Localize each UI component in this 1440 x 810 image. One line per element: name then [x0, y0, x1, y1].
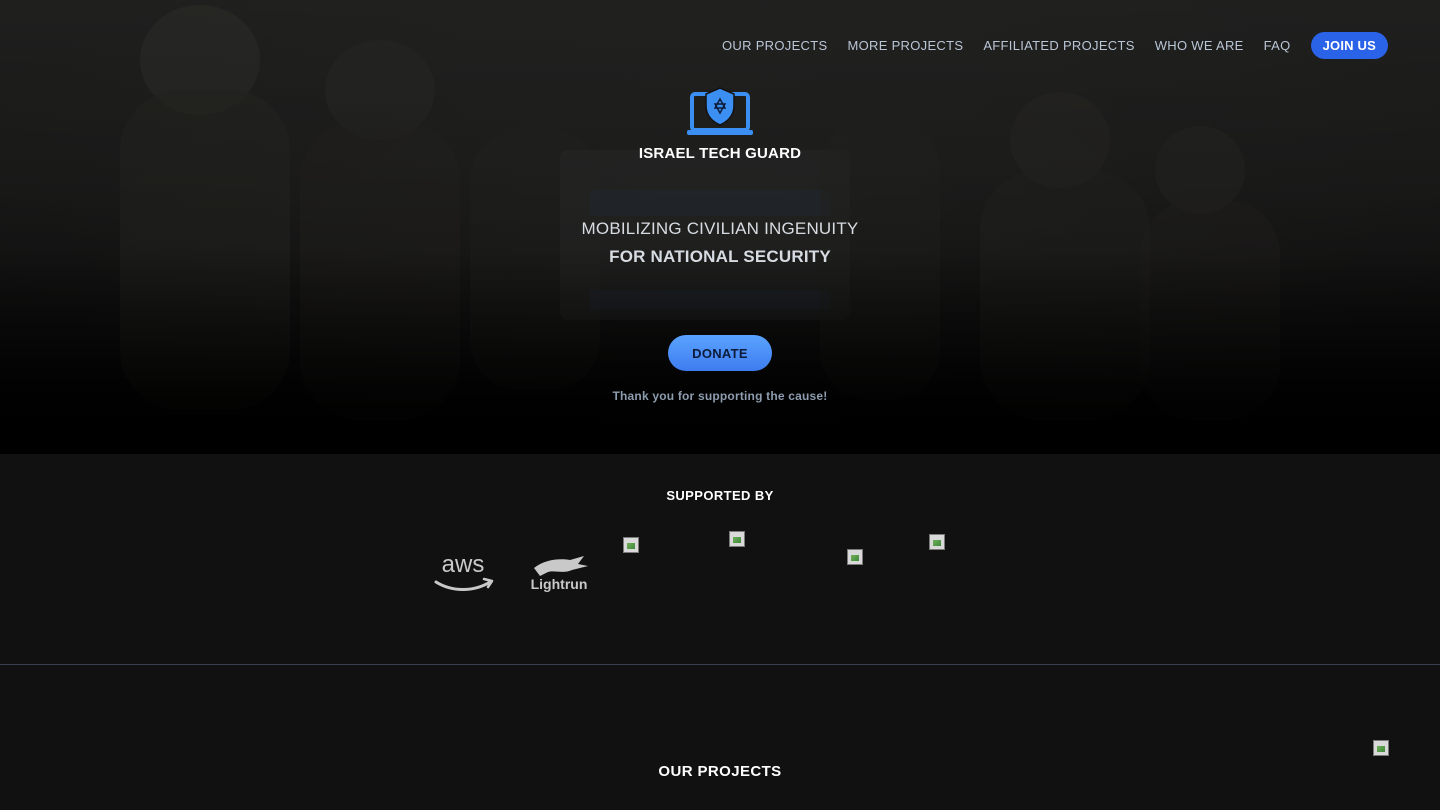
donate-button[interactable]: DONATE	[668, 335, 772, 371]
our-projects-title: OUR PROJECTS	[658, 763, 782, 780]
brand-name[interactable]: ISRAEL TECH GUARD	[520, 145, 920, 162]
nav-who-we-are[interactable]: WHO WE ARE	[1155, 38, 1244, 53]
broken-image-icon[interactable]	[729, 531, 745, 547]
sponsor-lightrun-label: Lightrun	[531, 576, 588, 592]
broken-image-icon[interactable]	[847, 549, 863, 565]
nav-more-projects[interactable]: MORE PROJECTS	[847, 38, 963, 53]
laptop-shield-logo-icon[interactable]	[686, 86, 754, 138]
sponsor-aws-logo[interactable]: aws	[430, 550, 496, 594]
supported-by-title: SUPPORTED BY	[666, 488, 774, 503]
nav-our-projects[interactable]: OUR PROJECTS	[722, 38, 827, 53]
supported-by-section: SUPPORTED BY aws Lightrun	[0, 454, 1440, 664]
broken-image-icon[interactable]	[1373, 740, 1389, 756]
join-us-button[interactable]: JOIN US	[1310, 32, 1388, 59]
hero-tagline-line1: MOBILIZING CIVILIAN INGENUITY	[581, 219, 859, 238]
our-projects-section: OUR PROJECTS	[0, 665, 1440, 810]
thanks-message: Thank you for supporting the cause!	[612, 389, 828, 403]
nav-affiliated-projects[interactable]: AFFILIATED PROJECTS	[983, 38, 1134, 53]
sponsor-lightrun-logo[interactable]: Lightrun	[526, 552, 592, 594]
broken-image-icon[interactable]	[929, 534, 945, 550]
top-nav: OUR PROJECTS MORE PROJECTS AFFILIATED PR…	[722, 32, 1388, 59]
hero-tagline-line2: FOR NATIONAL SECURITY	[609, 247, 831, 266]
sponsor-aws-label: aws	[442, 551, 485, 578]
broken-image-icon[interactable]	[623, 537, 639, 553]
hero-section: OUR PROJECTS MORE PROJECTS AFFILIATED PR…	[0, 0, 1440, 454]
nav-faq[interactable]: FAQ	[1264, 38, 1291, 53]
